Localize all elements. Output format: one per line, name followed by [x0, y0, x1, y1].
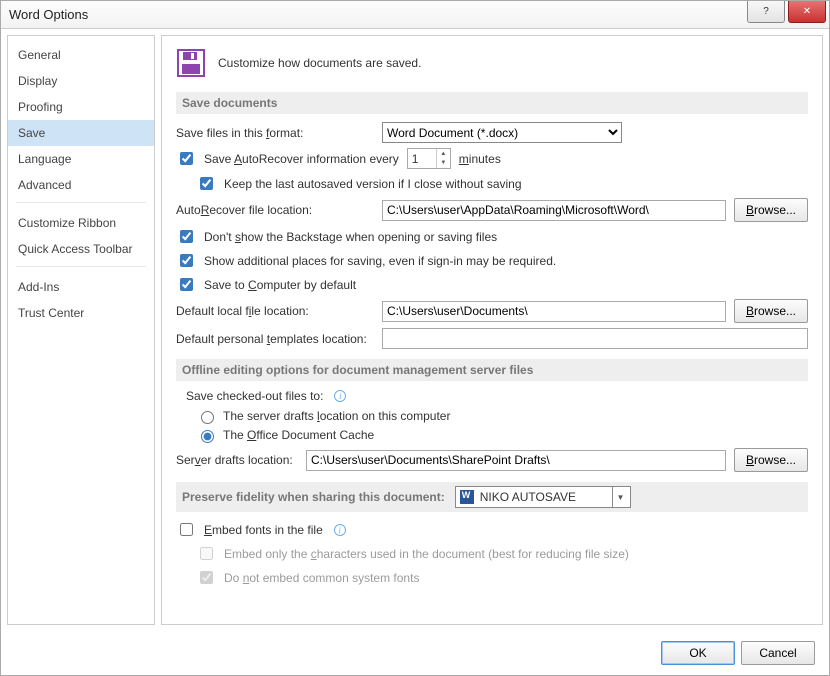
format-label: Save files in this format: — [176, 126, 374, 140]
question-icon: ? — [763, 6, 769, 17]
sidebar-item-save[interactable]: Save — [8, 120, 154, 146]
do-not-embed-common-label: Do not embed common system fonts — [224, 571, 419, 585]
keep-last-checkbox[interactable] — [200, 177, 213, 190]
office-cache-radio[interactable] — [201, 430, 214, 443]
default-local-label: Default local file location: — [176, 304, 374, 318]
default-local-browse-button[interactable]: Browse... — [734, 299, 808, 323]
preserve-document-select[interactable]: NIKO AUTOSAVE ▼ — [455, 486, 631, 508]
sidebar-item-proofing[interactable]: Proofing — [8, 94, 154, 120]
help-button[interactable]: ? — [747, 1, 785, 23]
titlebar: Word Options ? ✕ — [1, 1, 829, 29]
keep-last-label: Keep the last autosaved version if I clo… — [224, 177, 522, 191]
autorecover-checkbox[interactable] — [180, 152, 193, 165]
section-offline-editing: Offline editing options for document man… — [176, 359, 808, 381]
server-drafts-location-label: Server drafts location: — [176, 453, 298, 467]
info-icon[interactable]: i — [334, 524, 346, 536]
autorecover-browse-button[interactable]: Browse... — [734, 198, 808, 222]
section-save-documents: Save documents — [176, 92, 808, 114]
dont-show-backstage-checkbox[interactable] — [180, 230, 193, 243]
close-icon: ✕ — [803, 6, 811, 17]
cancel-button[interactable]: Cancel — [741, 641, 815, 665]
dialog-footer: OK Cancel — [1, 631, 829, 675]
sidebar-item-trust-center[interactable]: Trust Center — [8, 300, 154, 326]
default-templates-input[interactable] — [382, 328, 808, 349]
embed-fonts-label: Embed fonts in the file — [204, 523, 323, 537]
embed-fonts-checkbox[interactable] — [180, 523, 193, 536]
save-to-computer-checkbox[interactable] — [180, 278, 193, 291]
spinner-down-icon[interactable]: ▼ — [437, 159, 450, 169]
word-options-dialog: Word Options ? ✕ General Display Proofin… — [0, 0, 830, 676]
sidebar-item-customize-ribbon[interactable]: Customize Ribbon — [8, 210, 154, 236]
save-icon — [176, 48, 206, 78]
content-pane: Customize how documents are saved. Save … — [161, 35, 823, 625]
autorecover-minutes-spinner[interactable]: 1 ▲▼ — [407, 148, 451, 169]
server-drafts-browse-button[interactable]: Browse... — [734, 448, 808, 472]
window-title: Word Options — [9, 7, 88, 22]
autorecover-location-label: AutoRecover file location: — [176, 203, 374, 217]
section-preserve-fidelity: Preserve fidelity when sharing this docu… — [176, 482, 808, 512]
sidebar-item-advanced[interactable]: Advanced — [8, 172, 154, 198]
server-drafts-radio[interactable] — [201, 411, 214, 424]
checked-out-label: Save checked-out files to: — [186, 389, 323, 403]
minutes-label: minutes — [459, 152, 501, 166]
embed-only-chars-checkbox — [200, 547, 213, 560]
autorecover-location-input[interactable] — [382, 200, 726, 221]
chevron-down-icon: ▼ — [612, 487, 628, 507]
server-drafts-radio-label: The server drafts location on this compu… — [223, 409, 450, 423]
category-sidebar: General Display Proofing Save Language A… — [7, 35, 155, 625]
server-drafts-location-input[interactable] — [306, 450, 726, 471]
default-local-input[interactable] — [382, 301, 726, 322]
sidebar-item-quick-access[interactable]: Quick Access Toolbar — [8, 236, 154, 262]
close-button[interactable]: ✕ — [788, 1, 826, 23]
autorecover-label: Save AutoRecover information every — [204, 152, 399, 166]
additional-places-checkbox[interactable] — [180, 254, 193, 267]
sidebar-item-language[interactable]: Language — [8, 146, 154, 172]
save-to-computer-label: Save to Computer by default — [204, 278, 356, 292]
additional-places-label: Show additional places for saving, even … — [204, 254, 556, 268]
default-templates-label: Default personal templates location: — [176, 332, 374, 346]
header-text: Customize how documents are saved. — [218, 56, 421, 70]
dont-show-backstage-label: Don't show the Backstage when opening or… — [204, 230, 497, 244]
ok-button[interactable]: OK — [661, 641, 735, 665]
do-not-embed-common-checkbox — [200, 571, 213, 584]
sidebar-item-addins[interactable]: Add-Ins — [8, 274, 154, 300]
sidebar-item-general[interactable]: General — [8, 42, 154, 68]
embed-only-chars-label: Embed only the characters used in the do… — [224, 547, 629, 561]
sidebar-item-display[interactable]: Display — [8, 68, 154, 94]
info-icon[interactable]: i — [334, 390, 346, 402]
word-doc-icon — [460, 490, 474, 504]
office-cache-radio-label: The Office Document Cache — [223, 428, 374, 442]
spinner-up-icon[interactable]: ▲ — [437, 149, 450, 159]
format-select[interactable]: Word Document (*.docx) — [382, 122, 622, 143]
